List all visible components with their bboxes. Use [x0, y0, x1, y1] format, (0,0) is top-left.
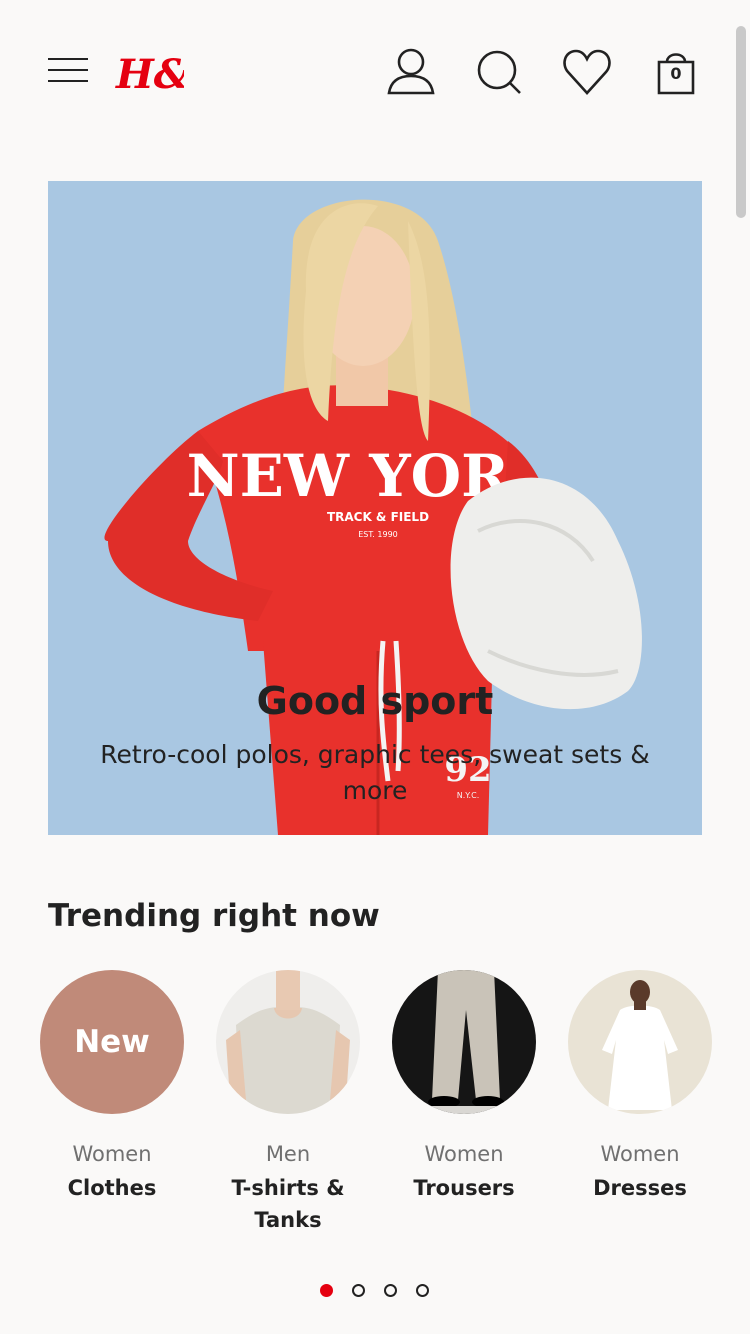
- new-badge-text: New: [74, 1024, 150, 1060]
- page-dot-4[interactable]: [416, 1284, 429, 1297]
- category-label: Women: [600, 1142, 680, 1166]
- page-dot-1[interactable]: [320, 1284, 333, 1297]
- category-label: Women: [424, 1142, 504, 1166]
- svg-text:TRACK & FIELD: TRACK & FIELD: [327, 510, 429, 524]
- trending-item-women-trousers[interactable]: Women Trousers: [392, 970, 536, 1204]
- tshirt-image[interactable]: [216, 970, 360, 1114]
- menu-icon[interactable]: [48, 56, 88, 84]
- svg-text:NEW YOR: NEW YOR: [187, 442, 510, 510]
- trending-item-men-tshirts[interactable]: Men T-shirts & Tanks: [216, 970, 360, 1236]
- hero-title: Good sport: [256, 679, 494, 723]
- new-badge-circle[interactable]: New: [40, 970, 184, 1114]
- header: H&M 0: [0, 0, 750, 140]
- hero-banner[interactable]: NEW YOR TRACK & FIELD EST. 1990 92 N.Y.C…: [48, 181, 702, 835]
- svg-text:H&M: H&M: [115, 51, 184, 96]
- shopping-bag-icon[interactable]: 0: [651, 46, 701, 98]
- svg-text:EST. 1990: EST. 1990: [358, 530, 398, 539]
- item-label: T-shirts & Tanks: [231, 1176, 345, 1232]
- search-icon[interactable]: [474, 46, 524, 98]
- hero-subtitle: Retro-cool polos, graphic tees, sweat se…: [100, 740, 650, 805]
- page: H&M 0: [0, 0, 750, 1334]
- dress-image[interactable]: [568, 970, 712, 1114]
- page-dot-2[interactable]: [352, 1284, 365, 1297]
- item-label: Clothes: [67, 1176, 157, 1200]
- item-label: Trousers: [413, 1176, 515, 1200]
- trousers-image[interactable]: [392, 970, 536, 1114]
- trending-item-women-clothes[interactable]: New Women Clothes: [40, 970, 184, 1204]
- pagination: [320, 1284, 440, 1298]
- item-label: Dresses: [593, 1176, 687, 1200]
- bag-count: 0: [670, 64, 682, 83]
- account-icon[interactable]: [386, 46, 436, 98]
- scrollbar[interactable]: [736, 26, 746, 218]
- section-title: Trending right now: [48, 898, 380, 934]
- category-label: Men: [265, 1142, 311, 1166]
- hm-logo[interactable]: H&M: [114, 46, 184, 96]
- category-label: Women: [72, 1142, 152, 1166]
- page-dot-3[interactable]: [384, 1284, 397, 1297]
- heart-icon[interactable]: [562, 46, 612, 98]
- trending-item-women-dresses[interactable]: Women Dresses: [568, 970, 712, 1204]
